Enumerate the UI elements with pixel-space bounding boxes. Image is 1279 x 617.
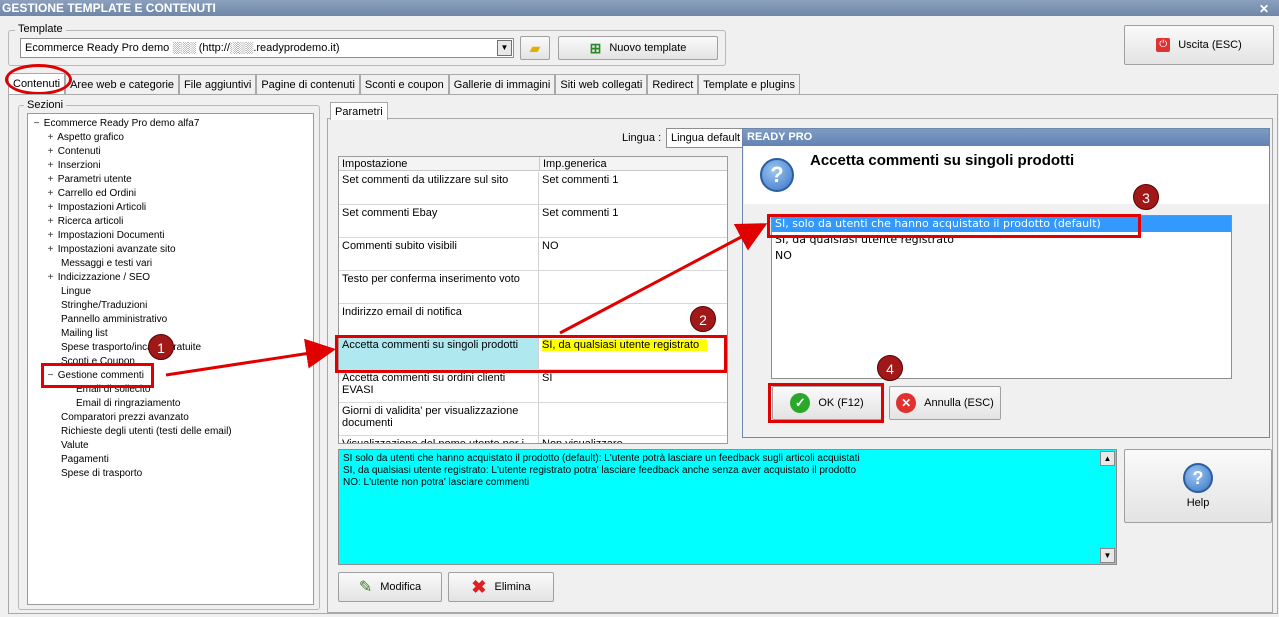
arrow-2 — [559, 223, 768, 335]
step-badge-4: 4 — [877, 355, 903, 381]
callout-arrows — [165, 223, 768, 377]
arrow-1 — [165, 338, 336, 377]
step-badge-2: 2 — [690, 306, 716, 332]
step-badge-3: 3 — [1133, 184, 1159, 210]
step-badge-1: 1 — [148, 334, 174, 360]
